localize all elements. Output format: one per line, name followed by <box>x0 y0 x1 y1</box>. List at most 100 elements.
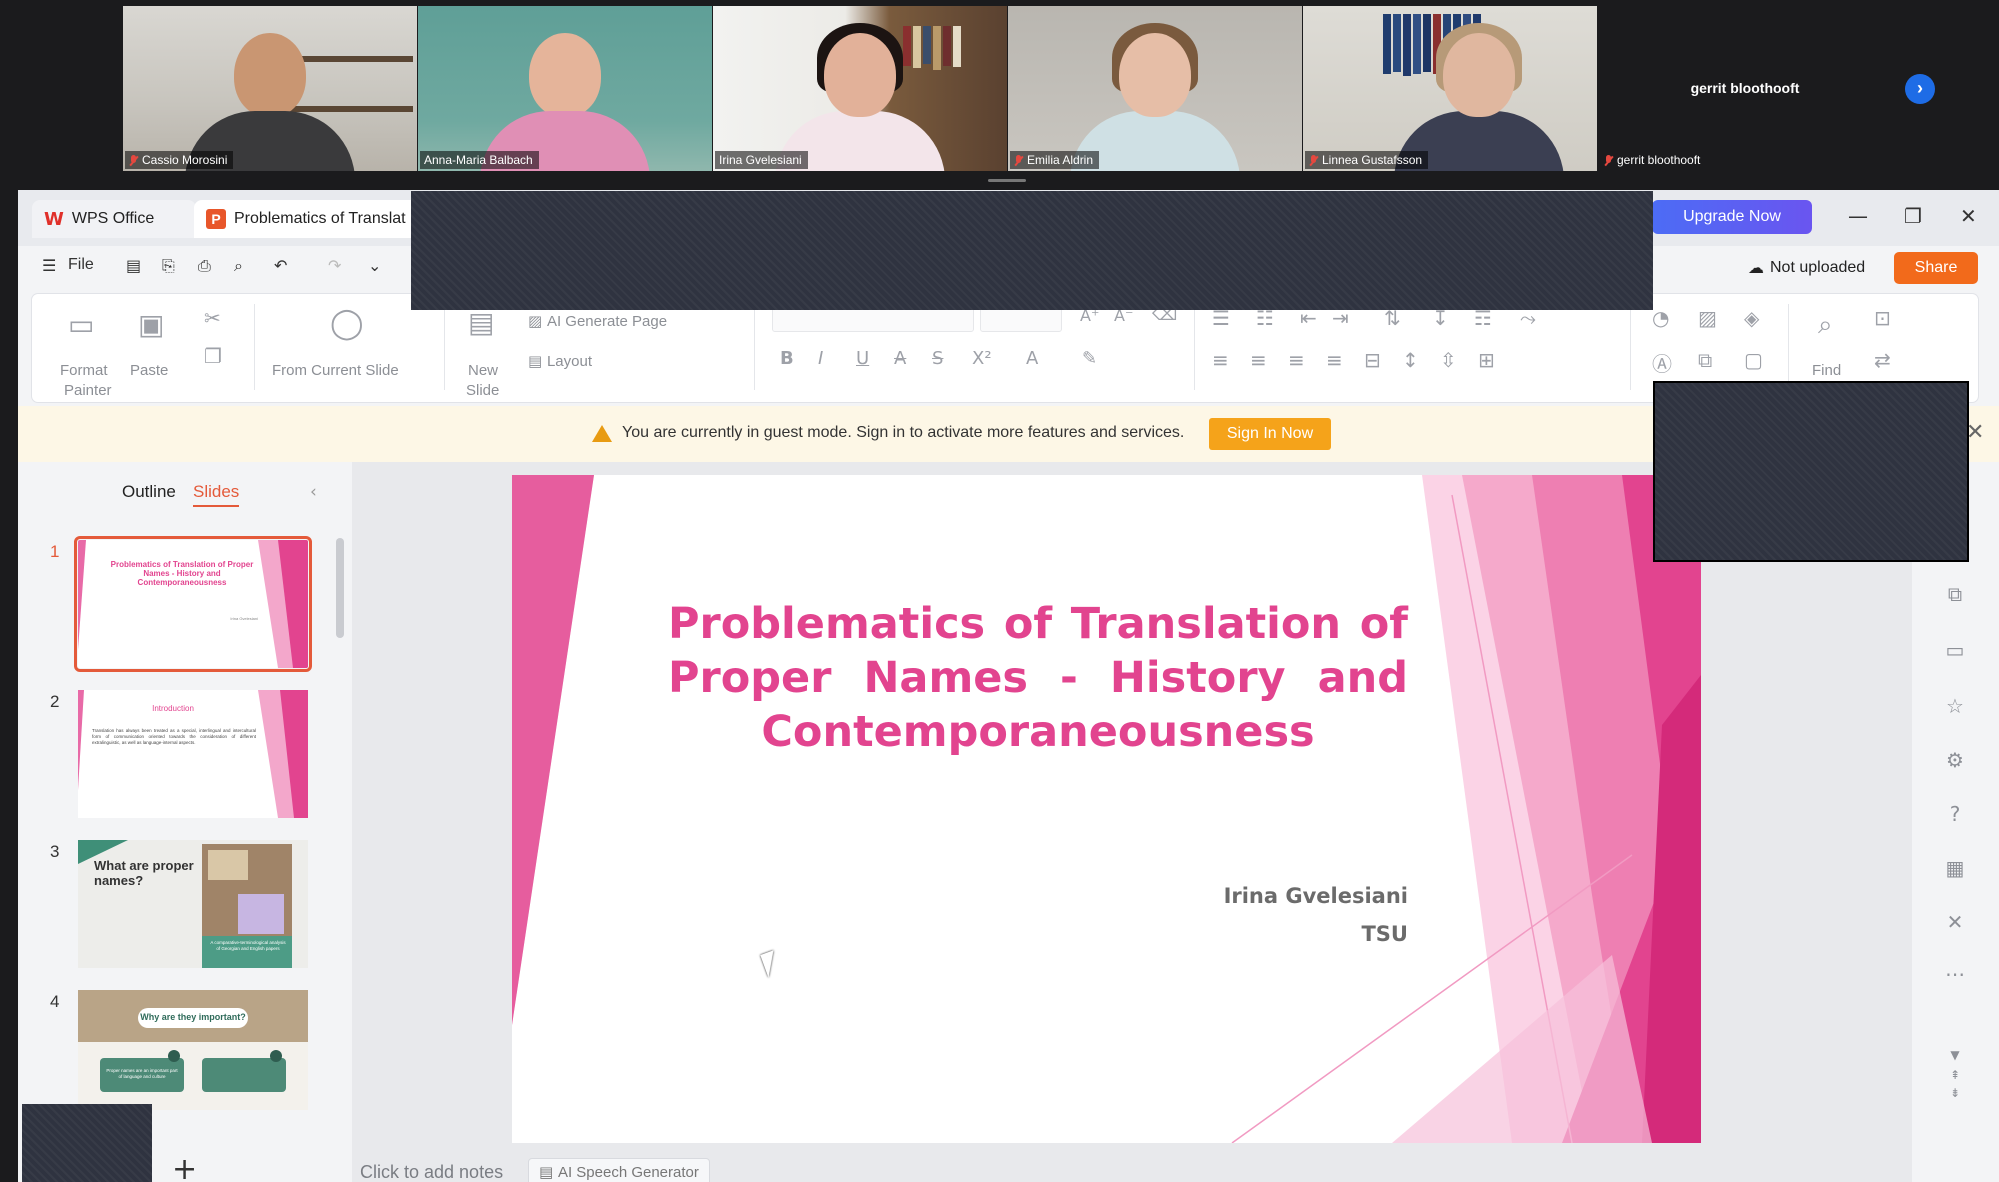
redo-icon[interactable]: ↷ <box>328 256 341 275</box>
prev-slide-icon[interactable]: ⇞ <box>1930 1068 1980 1082</box>
tab-slides[interactable]: Slides <box>193 482 240 507</box>
cut-icon[interactable]: ✂ <box>204 306 221 330</box>
format-painter-label-2[interactable]: Painter <box>64 382 112 399</box>
format-painter-label-1[interactable]: Format <box>60 362 108 379</box>
thumbnail-decoration <box>78 990 308 1092</box>
layout-button[interactable]: ▤ Layout <box>528 352 592 370</box>
undo-icon[interactable]: ↶ <box>274 256 287 275</box>
slide-thumbnail-3[interactable]: What are proper names? A comparative-ter… <box>78 840 308 968</box>
strikethrough-icon[interactable]: A <box>894 348 906 369</box>
copy-icon[interactable]: ❐ <box>204 344 222 368</box>
justify-icon[interactable]: ≡ <box>1326 348 1343 372</box>
align-right-icon[interactable]: ≡ <box>1288 348 1305 372</box>
tab-label: WPS Office <box>71 210 155 227</box>
fill-icon[interactable]: ◈ <box>1744 306 1759 330</box>
video-tile-3[interactable]: Irina Gvelesiani <box>713 6 1007 171</box>
video-tile-2-active-speaker[interactable]: Anna-Maria Balbach <box>418 6 712 171</box>
tab-document[interactable]: P Problematics of Translat <box>194 200 438 238</box>
banner-text: You are currently in guest mode. Sign in… <box>622 424 1185 441</box>
scroll-down-icon[interactable]: ▼ <box>1930 1048 1980 1062</box>
design-icon[interactable]: ⧉ <box>1930 582 1980 606</box>
share-button[interactable]: Share <box>1894 252 1978 284</box>
align-center-icon[interactable]: ≡ <box>1250 348 1267 372</box>
find-icon[interactable]: ⌕ <box>1818 310 1833 341</box>
paste-button[interactable]: Paste <box>130 362 168 379</box>
slide-thumbnail-2[interactable]: Introduction Translation has always been… <box>78 690 308 818</box>
thumbnail-scrollbar[interactable] <box>336 538 344 638</box>
replace-icon[interactable]: ⇄ <box>1874 348 1891 372</box>
new-slide-icon[interactable]: ▤ <box>468 306 494 339</box>
cloud-status[interactable]: ☁ Not uploaded <box>1748 258 1865 277</box>
bold-icon[interactable]: B <box>780 348 794 369</box>
menu-icon[interactable]: ☰ <box>42 256 56 275</box>
italic-icon[interactable]: I <box>818 348 823 369</box>
next-slide-icon[interactable]: ⇟ <box>1930 1086 1980 1100</box>
outline-icon[interactable]: ▢ <box>1744 348 1763 372</box>
print-icon[interactable]: ⎙ <box>198 256 211 276</box>
cloud-upload-icon: ☁ <box>1748 258 1764 277</box>
settings-sliders-icon[interactable]: ⚙ <box>1930 748 1980 772</box>
slide-canvas[interactable]: Problematics of Translation of Proper Na… <box>512 475 1701 1143</box>
star-icon[interactable]: ☆ <box>1930 694 1980 718</box>
superscript-icon[interactable]: X² <box>972 348 992 369</box>
find-button[interactable]: Find <box>1812 362 1841 379</box>
restore-icon[interactable]: ❐ <box>1904 204 1922 228</box>
save-icon[interactable]: ▤ <box>126 256 141 275</box>
ai-generate-page-button[interactable]: ▨ AI Generate Page <box>528 312 667 330</box>
video-tile-5[interactable]: Linnea Gustafsson <box>1303 6 1597 171</box>
slide-thumbnail-1[interactable]: Problematics of Translation of Proper Na… <box>74 536 312 672</box>
help-icon[interactable]: ? <box>1930 802 1980 826</box>
tools-icon[interactable]: ✕ <box>1930 910 1980 934</box>
divider <box>1630 304 1631 390</box>
text-art-icon[interactable]: Ⓐ <box>1652 348 1672 377</box>
sign-in-now-button[interactable]: Sign In Now <box>1209 418 1331 450</box>
shapes-icon[interactable]: ◔ <box>1652 306 1669 330</box>
slide-thumbnail-4[interactable]: Why are they important? Proper names are… <box>78 990 308 1110</box>
ai-speech-generator-button[interactable]: ▤ AI Speech Generator <box>528 1158 710 1182</box>
slide-author[interactable]: Irina Gvelesiani TSU <box>1112 877 1408 953</box>
collapse-pane-icon[interactable]: ‹ <box>310 482 317 502</box>
customize-toolbar-icon[interactable]: ⌄ <box>368 256 381 275</box>
text-box-icon[interactable]: ⊞ <box>1478 348 1495 372</box>
new-slide-label-2[interactable]: Slide <box>466 382 499 399</box>
shadow-text-icon[interactable]: S <box>932 348 943 369</box>
close-icon[interactable]: ✕ <box>1960 204 1977 228</box>
arrange-icon[interactable]: ⧉ <box>1698 348 1712 372</box>
slide-navigator: Outline Slides ‹ 1 Problematics of Trans… <box>18 462 352 1182</box>
more-icon[interactable]: ⋯ <box>1930 962 1980 986</box>
from-current-slide-button[interactable]: From Current Slide <box>272 362 399 379</box>
font-color-icon[interactable]: A <box>1026 348 1038 369</box>
file-menu[interactable]: File <box>68 256 94 274</box>
slide-title[interactable]: Problematics of Translation of Proper Na… <box>668 597 1408 759</box>
paragraph-spacing-icon[interactable]: ⇳ <box>1440 348 1457 372</box>
highlight-icon[interactable]: ✎ <box>1082 348 1097 369</box>
minimize-icon[interactable]: — <box>1848 204 1868 228</box>
camera-off-display-name: gerrit bloothooft <box>1690 80 1800 96</box>
align-left-icon[interactable]: ≡ <box>1212 348 1229 372</box>
add-slide-icon[interactable]: + <box>172 1152 197 1182</box>
tab-outline[interactable]: Outline <box>122 482 176 502</box>
next-page-button[interactable]: › <box>1905 74 1935 104</box>
distribute-icon[interactable]: ⊟ <box>1364 348 1381 372</box>
print-preview-icon[interactable]: ⌕ <box>234 256 243 276</box>
video-tile-4[interactable]: Emilia Aldrin <box>1008 6 1302 171</box>
select-icon[interactable]: ⊡ <box>1874 306 1891 330</box>
tab-wps-office[interactable]: W WPS Office <box>32 200 196 238</box>
picture-icon[interactable]: ▨ <box>1698 306 1717 330</box>
warning-icon <box>592 424 612 442</box>
notes-placeholder[interactable]: Click to add notes <box>360 1162 503 1182</box>
new-slide-label-1[interactable]: New <box>468 362 498 379</box>
chart-icon[interactable]: ▦ <box>1930 856 1980 880</box>
resize-handle[interactable] <box>988 179 1026 182</box>
divider <box>1788 304 1789 390</box>
paste-icon[interactable]: ▣ <box>138 308 164 341</box>
comment-icon[interactable]: ▭ <box>1930 638 1980 662</box>
format-painter-icon[interactable]: ▭ <box>68 308 94 341</box>
underline-icon[interactable]: U <box>856 348 869 369</box>
export-icon[interactable]: ⎘ <box>162 256 175 276</box>
video-tile-1[interactable]: Cassio Morosini <box>123 6 417 171</box>
line-spacing-icon[interactable]: ↕ <box>1402 348 1419 372</box>
upgrade-now-button[interactable]: Upgrade Now <box>1652 200 1812 234</box>
mic-muted-icon <box>1014 154 1023 166</box>
play-icon[interactable]: ◯ <box>330 306 364 341</box>
